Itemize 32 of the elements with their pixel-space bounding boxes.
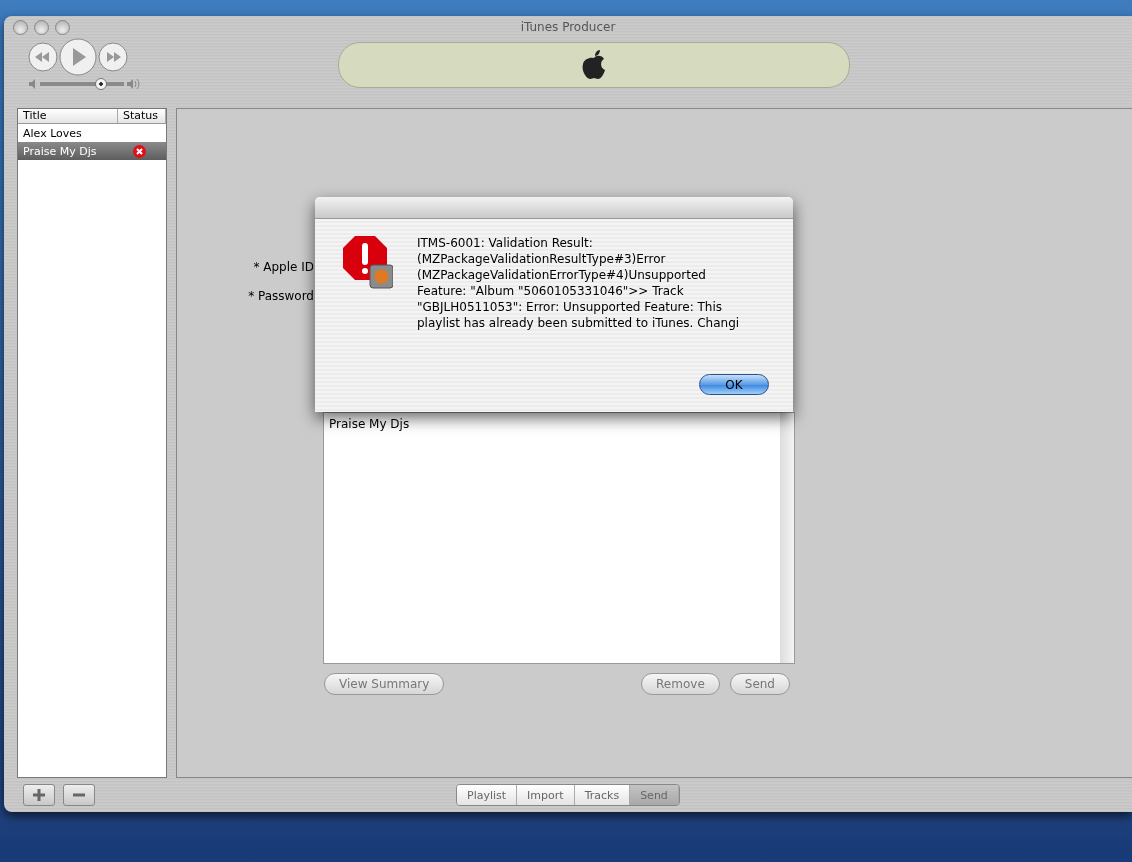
field-label: * Apple ID	[252, 259, 314, 274]
window-control-button[interactable]	[34, 19, 49, 35]
tab[interactable]: Import	[517, 785, 575, 805]
error-message: ITMS-6001: Validation Result: (MZPackageValidationResultType#3)Error (MZPackageValidationErrorType#4)Unsupported Feature: "Album "5060105331046">> Track "GBJLH0511053": Error: Unsupported Feature: This playlist has already been submitted to iTunes. Changi	[417, 235, 741, 332]
add-button[interactable]	[23, 784, 55, 806]
rewind-button[interactable]	[28, 42, 58, 72]
field-label: * Password	[247, 288, 314, 303]
remove-button[interactable]	[63, 784, 95, 806]
track-title: Praise My Djs	[22, 144, 98, 158]
track-title: Alex Loves	[22, 126, 83, 140]
window-control-button[interactable]	[55, 19, 70, 35]
tab[interactable]: Playlist	[457, 785, 518, 805]
window-control-button[interactable]	[13, 19, 28, 35]
column-header[interactable]: Title	[18, 109, 118, 123]
volume-high-icon	[126, 78, 140, 90]
track-row[interactable]: Praise My Djs	[18, 142, 166, 160]
scroll-bar[interactable]	[780, 413, 794, 663]
tab[interactable]: Tracks	[574, 785, 631, 805]
action-button[interactable]: Send	[729, 673, 790, 695]
slider-thumb[interactable]	[95, 78, 108, 90]
fast-forward-button[interactable]	[98, 42, 128, 72]
apple-logo-icon	[580, 49, 608, 81]
volume-low-icon	[28, 79, 38, 89]
action-button[interactable]: Remove	[641, 673, 720, 695]
view-summary-button[interactable]: View Summary	[324, 673, 445, 695]
column-header[interactable]: Status	[118, 109, 166, 123]
tab[interactable]: Send	[630, 785, 679, 805]
minus-icon	[72, 793, 86, 797]
window-title: iTunes Producer	[520, 20, 616, 34]
ok-button[interactable]: OK	[699, 374, 769, 395]
playlist-item[interactable]: Praise My Djs	[329, 417, 775, 431]
plus-icon	[32, 788, 46, 802]
